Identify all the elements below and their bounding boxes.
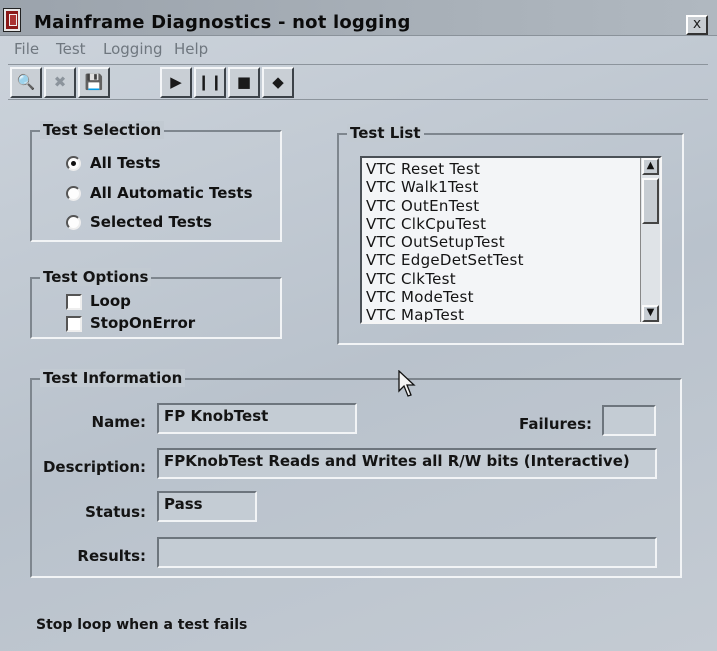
checkbox[interactable] bbox=[66, 316, 82, 332]
status-field: Pass bbox=[157, 491, 257, 522]
system-menu-icon[interactable] bbox=[4, 9, 20, 31]
results-label: Results: bbox=[77, 547, 146, 565]
list-item[interactable]: VTC ClkCpuTest bbox=[366, 215, 638, 233]
failures-field bbox=[602, 405, 656, 436]
mouse-pointer-icon bbox=[398, 370, 416, 397]
scroll-down-arrow-icon[interactable]: ▼ bbox=[642, 305, 659, 322]
checkbox-label: Loop bbox=[90, 292, 131, 310]
clear-icon[interactable]: ✖ bbox=[44, 67, 76, 98]
step-icon[interactable]: ◆ bbox=[262, 67, 294, 98]
list-item[interactable]: VTC MapTest bbox=[366, 306, 638, 322]
menu-test[interactable]: Test bbox=[56, 40, 86, 58]
status-label: Status: bbox=[85, 503, 146, 521]
test-options-group: Test Options Loop StopOnError bbox=[30, 268, 282, 339]
radio-button[interactable] bbox=[66, 186, 81, 201]
name-label: Name: bbox=[91, 413, 146, 431]
list-item[interactable]: VTC OutEnTest bbox=[366, 197, 638, 215]
radio-button[interactable] bbox=[66, 215, 81, 230]
menu-logging[interactable]: Logging bbox=[103, 40, 163, 58]
list-item[interactable]: VTC ClkTest bbox=[366, 270, 638, 288]
list-item[interactable]: VTC Walk1Test bbox=[366, 178, 638, 196]
test-list-label: Test List bbox=[347, 124, 424, 142]
stop-icon[interactable]: ■ bbox=[228, 67, 260, 98]
radio-label: All Automatic Tests bbox=[90, 184, 253, 202]
test-list-box[interactable]: VTC Reset Test VTC Walk1Test VTC OutEnTe… bbox=[360, 156, 662, 324]
status-bar-text: Stop loop when a test fails bbox=[36, 617, 248, 633]
failures-label: Failures: bbox=[519, 415, 592, 433]
radio-button[interactable] bbox=[66, 156, 81, 171]
checkbox-label: StopOnError bbox=[90, 314, 196, 332]
menu-file[interactable]: File bbox=[14, 40, 39, 58]
menu-bar: File Test Logging Help bbox=[0, 36, 717, 60]
main-window: Mainframe Diagnostics - not logging x Fi… bbox=[0, 0, 717, 651]
menu-help[interactable]: Help bbox=[174, 40, 208, 58]
checkbox[interactable] bbox=[66, 294, 82, 310]
toolbar: 🔍 ✖ 💾 ▶ ❙❙ ■ ◆ bbox=[8, 64, 708, 100]
results-field bbox=[157, 537, 657, 568]
pause-icon[interactable]: ❙❙ bbox=[194, 67, 226, 98]
scroll-up-arrow-icon[interactable]: ▲ bbox=[642, 158, 659, 175]
radio-label: Selected Tests bbox=[90, 213, 212, 231]
open-icon[interactable]: 🔍 bbox=[10, 67, 42, 98]
test-selection-label: Test Selection bbox=[40, 121, 165, 139]
test-selection-group: Test Selection All Tests All Automatic T… bbox=[30, 121, 282, 242]
test-information-label: Test Information bbox=[40, 369, 186, 387]
title-bar[interactable]: Mainframe Diagnostics - not logging x bbox=[0, 0, 717, 36]
play-icon[interactable]: ▶ bbox=[160, 67, 192, 98]
test-list-scrollbar[interactable]: ▲ ▼ bbox=[640, 158, 660, 322]
save-icon[interactable]: 💾 bbox=[78, 67, 110, 98]
scroll-thumb[interactable] bbox=[642, 178, 659, 224]
list-item[interactable]: VTC EdgeDetSetTest bbox=[366, 251, 638, 269]
list-item[interactable]: VTC ModeTest bbox=[366, 288, 638, 306]
close-button[interactable]: x bbox=[686, 15, 708, 35]
window-title: Mainframe Diagnostics - not logging bbox=[34, 12, 411, 33]
list-item[interactable]: VTC OutSetupTest bbox=[366, 233, 638, 251]
name-field: FP KnobTest bbox=[157, 403, 357, 434]
list-item[interactable]: VTC Reset Test bbox=[366, 160, 638, 178]
radio-label: All Tests bbox=[90, 154, 161, 172]
description-field: FPKnobTest Reads and Writes all R/W bits… bbox=[157, 448, 657, 479]
test-options-label: Test Options bbox=[40, 268, 152, 286]
description-label: Description: bbox=[42, 458, 146, 476]
